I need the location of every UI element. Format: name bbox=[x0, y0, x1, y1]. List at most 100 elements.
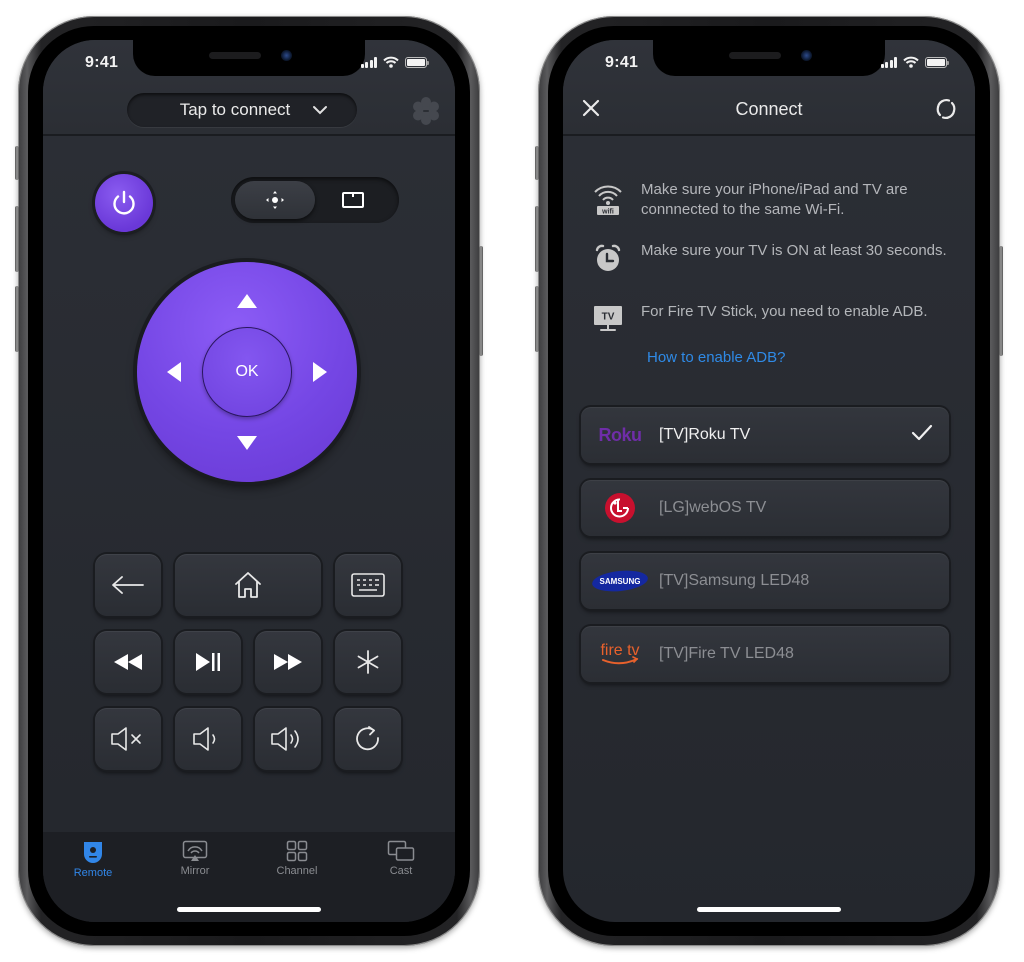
how-to-enable-adb-link[interactable]: How to enable ADB? bbox=[647, 349, 785, 366]
device-fire-tv-led48[interactable]: fire tv [TV]Fire TV LED48 bbox=[581, 626, 949, 682]
tip-text: Make sure your iPhone/iPad and TV are co… bbox=[641, 181, 908, 218]
power-icon bbox=[113, 190, 135, 215]
play-pause-icon bbox=[196, 653, 220, 671]
power-button[interactable] bbox=[95, 174, 153, 232]
options-button[interactable] bbox=[335, 631, 401, 693]
refresh-icon[interactable] bbox=[935, 98, 957, 120]
dpad-up-button[interactable] bbox=[237, 294, 257, 308]
status-icons bbox=[880, 56, 949, 68]
tab-label: Mirror bbox=[180, 865, 210, 877]
tab-remote[interactable]: Remote bbox=[53, 840, 133, 879]
right-phone: Connect 9:41 wifi Make sure your iPhone/… bbox=[535, 16, 1003, 946]
device-name: [LG]webOS TV bbox=[659, 499, 767, 516]
notch bbox=[653, 40, 885, 76]
grid-icon bbox=[286, 840, 308, 862]
checkmark-icon bbox=[911, 424, 933, 441]
battery-icon bbox=[925, 56, 949, 68]
tab-label: Cast bbox=[389, 865, 413, 877]
rewind-icon bbox=[114, 654, 142, 670]
power-side-button bbox=[999, 246, 1003, 356]
gear-icon[interactable] bbox=[411, 96, 441, 126]
tv-icon-label: TV bbox=[602, 312, 615, 323]
device-roku-tv[interactable]: Roku [TV]Roku TV bbox=[581, 407, 949, 463]
lg-logo bbox=[581, 492, 659, 524]
touchpad-mode-icon bbox=[342, 192, 364, 208]
tab-bar: Remote Mirror Channel Cast bbox=[43, 832, 455, 922]
tip-text: For Fire TV Stick, you need to enable AD… bbox=[641, 303, 928, 320]
tab-label: Channel bbox=[276, 865, 318, 877]
device-name: [TV]Fire TV LED48 bbox=[659, 645, 794, 662]
dpad-mode-icon bbox=[266, 191, 284, 209]
dpad-right-button[interactable] bbox=[313, 362, 327, 382]
tip-text: Make sure your TV is ON at least 30 seco… bbox=[641, 242, 947, 259]
keyboard-button[interactable] bbox=[335, 554, 401, 616]
touchpad-mode-button[interactable] bbox=[313, 181, 393, 219]
wifi-icon: wifi bbox=[594, 185, 622, 216]
rewind-button[interactable] bbox=[95, 631, 161, 693]
remote-icon bbox=[84, 842, 102, 863]
home-indicator[interactable] bbox=[177, 907, 321, 912]
wifi-status-icon bbox=[383, 56, 399, 68]
tip-wifi: wifi Make sure your iPhone/iPad and TV a… bbox=[591, 180, 959, 220]
volume-down-icon bbox=[193, 727, 216, 751]
control-mode-toggle bbox=[231, 177, 399, 223]
fast-forward-button[interactable] bbox=[255, 631, 321, 693]
chevron-down-icon bbox=[313, 106, 328, 115]
device-name: [TV]Roku TV bbox=[659, 426, 751, 443]
tap-to-connect-dropdown[interactable]: Tap to connect bbox=[127, 93, 357, 127]
remote-screen: Tap to connect 9:41 OK Remote Mirror Cha… bbox=[43, 40, 455, 922]
volume-down-side-button bbox=[535, 286, 539, 352]
status-time: 9:41 bbox=[605, 54, 639, 71]
svg-text:fire tv: fire tv bbox=[600, 642, 639, 659]
tip-adb: TV For Fire TV Stick, you need to enable… bbox=[591, 302, 959, 332]
device-name: [TV]Samsung LED48 bbox=[659, 572, 810, 589]
ok-button[interactable]: OK bbox=[202, 327, 292, 417]
home-button[interactable] bbox=[175, 554, 321, 616]
samsung-logo: SAMSUNG bbox=[581, 569, 659, 593]
status-time: 9:41 bbox=[85, 54, 119, 71]
tab-mirror[interactable]: Mirror bbox=[155, 840, 235, 877]
keyboard-icon bbox=[351, 573, 385, 597]
mute-icon bbox=[111, 727, 141, 751]
asterisk-icon bbox=[357, 650, 379, 674]
tab-channel[interactable]: Channel bbox=[257, 840, 337, 877]
status-icons bbox=[360, 56, 429, 68]
volume-up-button[interactable] bbox=[255, 708, 321, 770]
fast-forward-icon bbox=[274, 654, 302, 670]
silent-switch bbox=[535, 146, 539, 180]
page-title: Connect bbox=[735, 99, 803, 119]
volume-up-side-button bbox=[15, 206, 19, 272]
dpad-mode-button[interactable] bbox=[235, 181, 315, 219]
volume-up-icon bbox=[271, 727, 299, 751]
home-icon bbox=[235, 572, 261, 598]
left-phone: Tap to connect 9:41 OK Remote Mirror Cha… bbox=[15, 16, 483, 946]
device-lg-webos-tv[interactable]: [LG]webOS TV bbox=[581, 480, 949, 536]
wifi-status-icon bbox=[903, 56, 919, 68]
signal-icon bbox=[880, 56, 897, 68]
back-button[interactable] bbox=[95, 554, 161, 616]
svg-text:SAMSUNG: SAMSUNG bbox=[600, 577, 641, 586]
home-indicator[interactable] bbox=[697, 907, 841, 912]
signal-icon bbox=[360, 56, 377, 68]
tab-label: Remote bbox=[73, 867, 113, 879]
device-samsung-led48[interactable]: SAMSUNG [TV]Samsung LED48 bbox=[581, 553, 949, 609]
tv-icon: TV bbox=[594, 306, 622, 331]
volume-down-button[interactable] bbox=[175, 708, 241, 770]
arrow-left-icon bbox=[112, 576, 144, 594]
mute-button[interactable] bbox=[95, 708, 161, 770]
tip-tv-on: Make sure your TV is ON at least 30 seco… bbox=[591, 241, 959, 273]
notch bbox=[133, 40, 365, 76]
alarm-clock-icon bbox=[595, 244, 621, 271]
cast-icon bbox=[387, 840, 415, 861]
dpad-down-button[interactable] bbox=[237, 436, 257, 450]
battery-icon bbox=[405, 56, 429, 68]
connect-label: Tap to connect bbox=[179, 100, 291, 119]
mirror-icon bbox=[182, 840, 208, 861]
replay-button[interactable] bbox=[335, 708, 401, 770]
play-pause-button[interactable] bbox=[175, 631, 241, 693]
firetv-logo: fire tv bbox=[581, 640, 659, 668]
dpad-left-button[interactable] bbox=[167, 362, 181, 382]
tab-cast[interactable]: Cast bbox=[361, 840, 441, 877]
wifi-icon-label: wifi bbox=[601, 209, 614, 216]
dpad: OK bbox=[137, 262, 357, 482]
